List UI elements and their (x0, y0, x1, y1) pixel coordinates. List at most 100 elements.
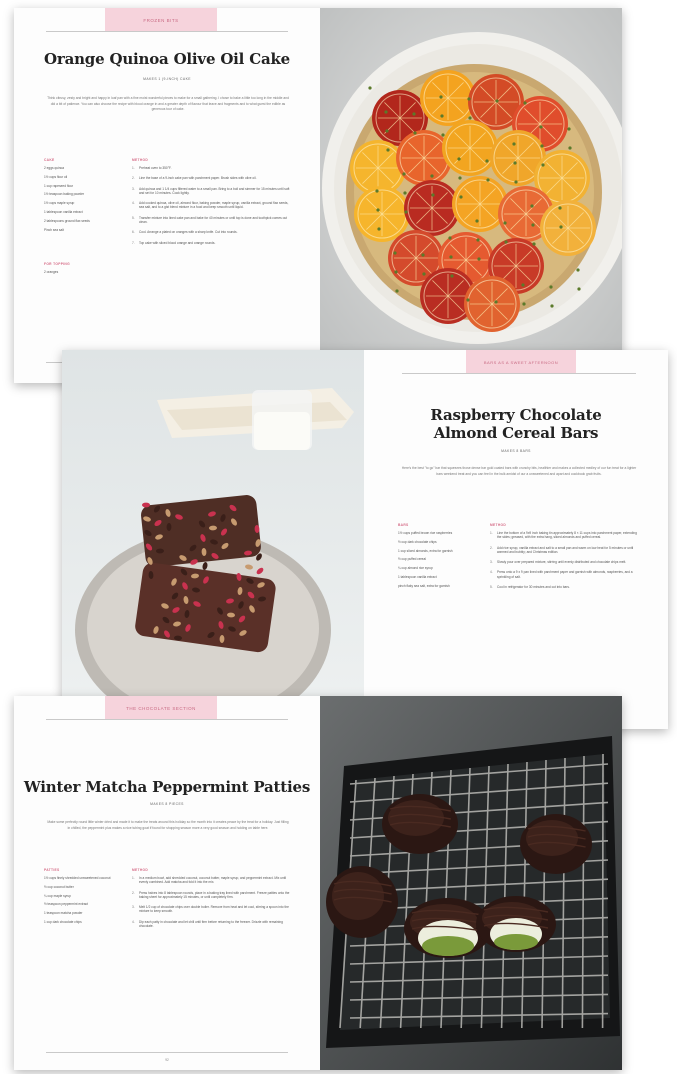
recipe-spread-orange-cake: Frozen Bits Orange Quinoa Olive Oil Cake… (14, 8, 622, 383)
page-number: 92 (165, 1058, 169, 1062)
herb-speck (558, 206, 562, 210)
method-step: 5. Cool in refrigerator for 30 minutes an… (490, 585, 640, 589)
ingredient-item: 1 teaspoon matcha powder (44, 911, 83, 916)
step-text: Add quinoa and 1 1/4 cups filtered water… (139, 186, 290, 195)
method-heading: Method (490, 523, 507, 527)
section-tab: Bars as a Sweet Afternoon (466, 350, 576, 374)
ingredient-item: 1½ cups finely shredded unsweetened coco… (44, 876, 111, 880)
step-number: 6. (132, 230, 135, 235)
orange-slice (396, 130, 452, 186)
ingredient-item: 1 tablespoon vanilla extract (44, 209, 83, 214)
step-number: 7. (132, 240, 135, 245)
method-step: 1. In a medium bowl, add shredded coconut… (132, 876, 292, 885)
method-step: 7. Top cake with sliced blood orange and … (132, 241, 292, 245)
herb-speck (403, 191, 407, 195)
herb-speck (441, 133, 445, 137)
recipe-yield: Makes 8 pieces (150, 802, 184, 806)
recipe-intro: Think citrusy, zesty and bright and happ… (47, 96, 289, 112)
step-number: 2. (132, 176, 135, 181)
herb-speck (521, 283, 525, 287)
chocolate-patty (520, 814, 592, 874)
ingredient-item: ½ cup dark chocolate chips (398, 539, 437, 544)
herb-speck (576, 268, 580, 272)
herb-speck (514, 180, 518, 184)
herb-speck (577, 287, 581, 291)
photo-orange-cake (320, 8, 622, 383)
text-page-cereal-bars: Bars as a Sweet Afternoon Raspberry Choc… (364, 350, 668, 729)
herb-speck (402, 172, 406, 176)
herb-speck (568, 146, 572, 150)
recipe-title-line1: Raspberry Chocolate (430, 406, 602, 424)
recipe-yield: Makes 1 (9-inch) cake (143, 77, 191, 81)
step-number: 4. (490, 570, 493, 575)
method-step: 6. Cool. Arrange a plated on oranges with… (132, 230, 292, 234)
step-text: Line the bottom of a 9x9 inch baking tin… (497, 531, 637, 540)
herb-speck (448, 236, 452, 240)
section-tab: The Chocolate Section (105, 696, 217, 720)
step-text: Slowly pour over prepared mixture, stirr… (497, 560, 627, 565)
header-rule (402, 373, 636, 374)
step-text: Cool. Arrange a plated on oranges with a… (139, 230, 238, 235)
header-rule (46, 719, 288, 720)
recipe-intro: Here's the best "to go" bar that squeeze… (401, 466, 637, 476)
recipe-title-line2: Almond Cereal Bars (433, 424, 599, 442)
herb-speck (541, 163, 545, 167)
herb-speck (468, 116, 472, 120)
herb-speck (394, 270, 398, 274)
chocolate-patty (476, 896, 556, 952)
ingredients-heading: Cake (44, 158, 55, 162)
herb-speck (531, 223, 535, 227)
step-number: 1. (132, 166, 135, 170)
herb-speck (368, 86, 372, 90)
method-heading: Method (132, 868, 149, 872)
step-number: 3. (490, 560, 493, 565)
herb-speck (449, 255, 453, 259)
method-step: 4. Add cooked quinoa, olive oil, almond f… (132, 201, 292, 210)
herb-speck (559, 225, 563, 229)
ingredient-item: 1 cup dark chocolate chips (44, 919, 82, 924)
recipe-spread-matcha-patties: The Chocolate Section Winter Matcha Pepp… (14, 696, 622, 1070)
bar-crumb (142, 502, 150, 508)
step-number: 4. (132, 201, 135, 206)
recipe-intro: Make some perfectly round little winter … (47, 820, 289, 830)
method-steps: 1. In a medium bowl, add shredded coconut… (132, 876, 292, 934)
ingredient-item: 1 tablespoon vanilla extract (398, 574, 437, 579)
herb-speck (477, 257, 481, 261)
orange-slice (452, 176, 508, 232)
step-text: Transfer mixture into lined cake pan and… (139, 215, 288, 225)
herb-speck (377, 227, 381, 231)
herb-speck (386, 148, 390, 152)
ingredient-item: Pinch sea salt (44, 227, 64, 232)
herb-speck (393, 251, 397, 255)
ingredients-list: 1½ cups puffed brown rice raspberries ½ c… (398, 531, 478, 593)
herb-speck (513, 161, 517, 165)
ingredient-item: 1 cup sliced almonds, extra for garnish (398, 548, 453, 553)
herb-speck (540, 144, 544, 148)
matcha-patties-illustration (320, 696, 622, 1070)
herb-speck (567, 127, 571, 131)
herb-speck (459, 195, 463, 199)
herb-speck (395, 289, 399, 293)
chocolate-patty (382, 794, 458, 854)
herb-speck (532, 242, 536, 246)
orange-slice (404, 180, 460, 236)
herb-speck (503, 221, 507, 225)
herb-speck (384, 110, 388, 114)
herb-speck (412, 112, 416, 116)
step-number: 2. (132, 890, 135, 895)
step-number: 2. (490, 545, 493, 550)
ingredient-item: 1½ cups puffed brown rice raspberries (398, 531, 453, 535)
ingredient-item: ½ cup puffed cereal (398, 557, 426, 562)
footer-rule (46, 1052, 288, 1053)
method-steps: 1. Preheat oven to 350°F. 2. Line the base … (132, 166, 292, 251)
header-rule (46, 31, 288, 32)
ingredient-item: ½ teaspoon peppermint extract (44, 902, 88, 907)
step-number: 3. (132, 186, 135, 191)
herb-speck (539, 125, 543, 129)
orange-cake-illustration (320, 8, 622, 383)
chocolate-patty (326, 866, 398, 938)
orange-slice (442, 120, 498, 176)
herb-speck (375, 189, 379, 193)
photo-cereal-bars (62, 350, 364, 729)
herb-speck (421, 253, 425, 257)
